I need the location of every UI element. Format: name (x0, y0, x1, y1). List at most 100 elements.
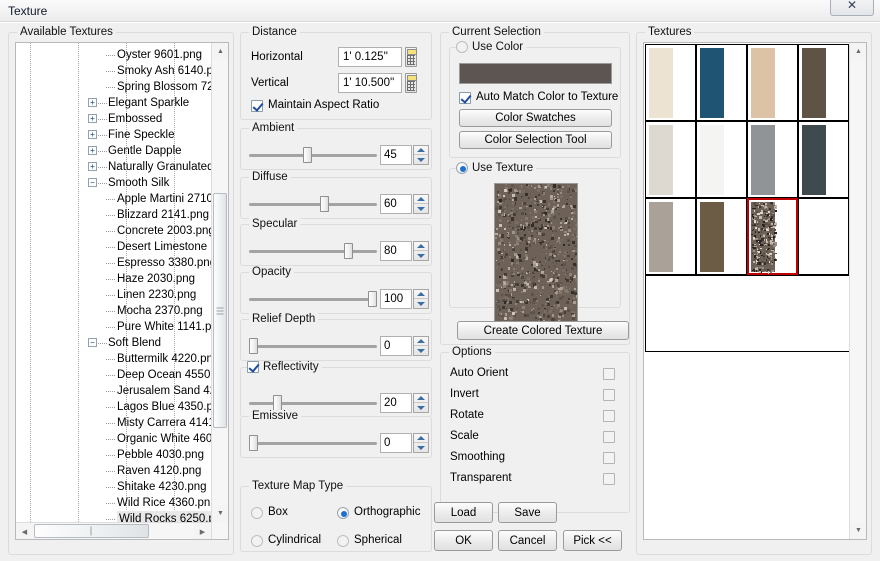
texture-swatch-cell[interactable] (645, 198, 696, 275)
spinner-up-icon[interactable] (414, 290, 428, 299)
tree-expand-icon[interactable]: + (88, 162, 97, 171)
tree-collapse-icon[interactable]: − (88, 338, 97, 347)
slider-thumb[interactable] (320, 196, 329, 212)
option-checkbox-smoothing[interactable] (603, 452, 615, 464)
calculator-icon[interactable] (405, 47, 417, 67)
spinner-buttons[interactable] (413, 336, 429, 356)
tree-expand-icon[interactable]: + (88, 146, 97, 155)
spinner-down-icon[interactable] (414, 443, 428, 452)
textures-grid[interactable]: ▲ ▼ (643, 42, 867, 540)
textures-scroll-up-icon[interactable]: ▲ (850, 43, 866, 60)
texture-tree[interactable]: Oyster 9601.png Smoky Ash 6140.p Spring Bl… (15, 42, 229, 540)
spinner-down-icon[interactable] (414, 346, 428, 355)
texture-swatch-cell[interactable] (696, 121, 747, 198)
opacity-slider[interactable] (249, 291, 377, 307)
spinner-down-icon[interactable] (414, 251, 428, 260)
tree-vscroll-thumb[interactable] (213, 193, 227, 428)
tree-scroll-down-icon[interactable]: ▼ (212, 505, 228, 522)
diffuse-slider[interactable] (249, 196, 377, 212)
spinner-down-icon[interactable] (414, 204, 428, 213)
selected-color-swatch[interactable] (459, 63, 612, 84)
emissive-slider[interactable] (249, 435, 377, 451)
texture-swatch-cell-selected[interactable] (747, 198, 798, 275)
texture-swatch-cell[interactable] (696, 44, 747, 121)
tree-expand-icon[interactable]: + (88, 114, 97, 123)
close-button[interactable]: ✕ (830, 0, 874, 16)
color-swatches-button[interactable]: Color Swatches (459, 109, 612, 127)
tree-hscroll-thumb[interactable] (34, 524, 149, 538)
texture-swatch-cell[interactable] (798, 121, 849, 198)
textures-scroll-down-icon[interactable]: ▼ (850, 522, 866, 539)
load-button[interactable]: Load (434, 502, 493, 523)
spinner-up-icon[interactable] (414, 195, 428, 204)
reflectivity-slider[interactable] (249, 395, 377, 411)
ok-button[interactable]: OK (434, 530, 493, 551)
spinner-buttons[interactable] (413, 289, 429, 309)
spinner-up-icon[interactable] (414, 394, 428, 403)
spinner-down-icon[interactable] (414, 403, 428, 412)
specular-value-input[interactable] (380, 241, 412, 261)
option-checkbox-auto-orient[interactable] (603, 368, 615, 380)
option-checkbox-scale[interactable] (603, 431, 615, 443)
calculator-icon-2[interactable] (405, 73, 417, 93)
spinner-up-icon[interactable] (414, 146, 428, 155)
spinner-up-icon[interactable] (414, 337, 428, 346)
auto-match-checkbox[interactable] (459, 92, 471, 104)
cancel-button[interactable]: Cancel (498, 530, 557, 551)
slider-thumb[interactable] (368, 291, 377, 307)
tree-scroll-right-icon[interactable]: ▶ (194, 523, 211, 539)
create-colored-texture-button[interactable]: Create Colored Texture (457, 321, 629, 340)
diffuse-value-input[interactable] (380, 194, 412, 214)
texture-swatch-cell[interactable] (747, 121, 798, 198)
map-type-radio-orthographic[interactable] (337, 507, 349, 519)
spinner-buttons[interactable] (413, 241, 429, 261)
spinner-up-icon[interactable] (414, 242, 428, 251)
texture-swatch-cell[interactable] (798, 44, 849, 121)
relief-depth-slider[interactable] (249, 338, 377, 354)
texture-swatch-cell-empty[interactable] (798, 198, 849, 275)
slider-thumb[interactable] (344, 243, 353, 259)
spinner-buttons[interactable] (413, 393, 429, 413)
use-color-radio[interactable] (456, 41, 468, 53)
texture-swatch-cell[interactable] (696, 198, 747, 275)
tree-expand-icon[interactable]: + (88, 130, 97, 139)
emissive-value-input[interactable] (380, 433, 412, 453)
color-selection-tool-button[interactable]: Color Selection Tool (459, 131, 612, 149)
slider-thumb[interactable] (303, 147, 312, 163)
pick-button[interactable]: Pick << (563, 530, 622, 551)
reflectivity-checkbox[interactable] (247, 361, 259, 373)
specular-slider[interactable] (249, 243, 377, 259)
spinner-buttons[interactable] (413, 433, 429, 453)
spinner-down-icon[interactable] (414, 299, 428, 308)
maintain-aspect-ratio-checkbox[interactable] (251, 100, 263, 112)
tree-horizontal-scrollbar[interactable]: ◀ ▶ (16, 522, 211, 539)
tree-expand-icon[interactable]: + (88, 98, 97, 107)
map-type-radio-cylindrical[interactable] (251, 535, 263, 547)
save-button[interactable]: Save (498, 502, 557, 523)
option-checkbox-transparent[interactable] (603, 473, 615, 485)
option-checkbox-invert[interactable] (603, 389, 615, 401)
horizontal-input[interactable] (338, 47, 402, 67)
textures-vertical-scrollbar[interactable]: ▲ ▼ (849, 43, 866, 539)
slider-thumb[interactable] (249, 435, 258, 451)
option-checkbox-rotate[interactable] (603, 410, 615, 422)
tree-scroll-up-icon[interactable]: ▲ (212, 43, 228, 60)
vertical-input[interactable] (338, 73, 402, 93)
reflectivity-value-input[interactable] (380, 393, 412, 413)
tree-collapse-icon[interactable]: − (88, 178, 97, 187)
tree-scroll-left-icon[interactable]: ◀ (16, 523, 33, 539)
map-type-radio-box[interactable] (251, 507, 263, 519)
texture-swatch-cell[interactable] (645, 121, 696, 198)
ambient-slider[interactable] (249, 147, 377, 163)
spinner-down-icon[interactable] (414, 155, 428, 164)
use-texture-radio[interactable] (456, 162, 468, 174)
map-type-radio-spherical[interactable] (337, 535, 349, 547)
relief-depth-value-input[interactable] (380, 336, 412, 356)
spinner-buttons[interactable] (413, 194, 429, 214)
slider-thumb[interactable] (249, 338, 258, 354)
tree-vertical-scrollbar[interactable]: ▲ ▼ (211, 43, 228, 539)
spinner-buttons[interactable] (413, 145, 429, 165)
ambient-value-input[interactable] (380, 145, 412, 165)
texture-swatch-cell[interactable] (645, 44, 696, 121)
slider-thumb[interactable] (273, 395, 282, 411)
